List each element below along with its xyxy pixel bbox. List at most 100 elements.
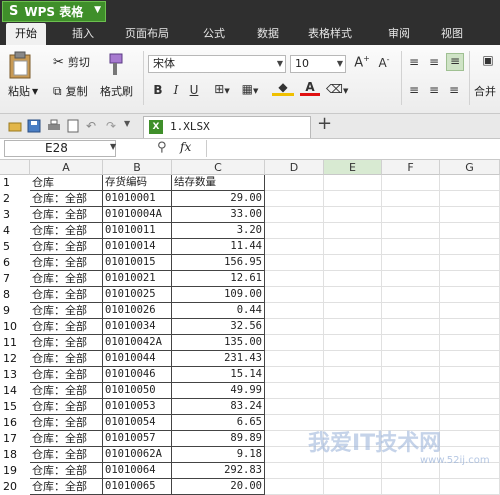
cell-a[interactable]: 仓库：全部 <box>30 191 103 207</box>
cell-a[interactable]: 仓库：全部 <box>30 271 103 287</box>
cell-c[interactable]: 33.00 <box>172 207 265 223</box>
cell-d[interactable] <box>265 287 324 303</box>
cell-c[interactable]: 3.20 <box>172 223 265 239</box>
cell-c[interactable]: 0.44 <box>172 303 265 319</box>
cell-g[interactable] <box>440 191 500 207</box>
chevron-down-icon[interactable]: ▼ <box>124 119 138 133</box>
undo-icon[interactable]: ↶ <box>86 119 100 133</box>
zoom-icon[interactable]: ⚲ <box>157 140 167 155</box>
cell-g[interactable] <box>440 351 500 367</box>
cell-b[interactable]: 01010057 <box>103 431 172 447</box>
cell-e[interactable] <box>324 255 382 271</box>
cell-b[interactable]: 01010034 <box>103 319 172 335</box>
cell-a[interactable]: 仓库：全部 <box>30 479 103 495</box>
align-right-icon[interactable]: ≡ <box>447 83 461 97</box>
chevron-down-icon[interactable]: ▼ <box>110 142 116 151</box>
cell-a[interactable]: 仓库 <box>30 175 103 191</box>
fill-color-icon[interactable]: ◆ <box>272 81 294 96</box>
cell-e[interactable] <box>324 479 382 495</box>
cell-d[interactable] <box>265 383 324 399</box>
cell-g[interactable] <box>440 223 500 239</box>
cell-d[interactable] <box>265 207 324 223</box>
cell-f[interactable] <box>382 255 440 271</box>
cell-f[interactable] <box>382 207 440 223</box>
cell-c[interactable]: 83.24 <box>172 399 265 415</box>
cell-g[interactable] <box>440 319 500 335</box>
cell-e[interactable] <box>324 367 382 383</box>
cell-f[interactable] <box>382 303 440 319</box>
cell-d[interactable] <box>265 175 324 191</box>
cell-a[interactable]: 仓库：全部 <box>30 431 103 447</box>
cell-f[interactable] <box>382 367 440 383</box>
cell-d[interactable] <box>265 351 324 367</box>
print-preview-icon[interactable] <box>66 119 80 133</box>
cell-g[interactable] <box>440 367 500 383</box>
cell-c[interactable]: 292.83 <box>172 463 265 479</box>
copy-button[interactable]: ⧉ 复制 <box>53 83 88 99</box>
cell-e[interactable] <box>324 383 382 399</box>
tab-home[interactable]: 开始 <box>6 23 46 45</box>
cell-f[interactable] <box>382 239 440 255</box>
bold-button[interactable]: B <box>152 83 164 97</box>
cell-e[interactable] <box>324 463 382 479</box>
cell-c[interactable]: 15.14 <box>172 367 265 383</box>
format-painter-button[interactable]: 格式刷 <box>100 83 133 99</box>
cell-style-icon[interactable]: ▦▼ <box>239 82 261 96</box>
cell-b[interactable]: 01010046 <box>103 367 172 383</box>
cell-b[interactable]: 01010064 <box>103 463 172 479</box>
font-name-select[interactable]: 宋体 ▼ <box>148 55 286 73</box>
column-header-g[interactable]: G <box>440 160 500 175</box>
merge-icon[interactable]: ▣ <box>478 53 498 71</box>
app-menu-button[interactable]: S WPS 表格 ▼ <box>2 1 106 22</box>
cell-d[interactable] <box>265 367 324 383</box>
cell-b[interactable]: 01010054 <box>103 415 172 431</box>
cell-a[interactable]: 仓库：全部 <box>30 287 103 303</box>
row-header[interactable]: 7 <box>0 271 30 287</box>
cell-e[interactable] <box>324 239 382 255</box>
cell-g[interactable] <box>440 383 500 399</box>
cell-b[interactable]: 01010062A <box>103 447 172 463</box>
cell-c[interactable]: 109.00 <box>172 287 265 303</box>
column-header-b[interactable]: B <box>103 160 172 175</box>
cell-e[interactable] <box>324 191 382 207</box>
cell-g[interactable] <box>440 287 500 303</box>
cell-d[interactable] <box>265 463 324 479</box>
formula-input[interactable] <box>206 140 499 157</box>
cell-f[interactable] <box>382 399 440 415</box>
row-header[interactable]: 19 <box>0 463 30 479</box>
merge-center-button[interactable]: 合并 <box>474 83 496 99</box>
cell-c[interactable]: 6.65 <box>172 415 265 431</box>
cell-b[interactable]: 存货编码 <box>103 175 172 191</box>
cell-c[interactable]: 11.44 <box>172 239 265 255</box>
cell-f[interactable] <box>382 335 440 351</box>
row-header[interactable]: 11 <box>0 335 30 351</box>
align-bottom-icon[interactable]: ≡ <box>446 53 464 71</box>
cell-d[interactable] <box>265 271 324 287</box>
cell-e[interactable] <box>324 287 382 303</box>
save-icon[interactable] <box>27 119 41 133</box>
cell-d[interactable] <box>265 223 324 239</box>
cell-e[interactable] <box>324 399 382 415</box>
cell-c[interactable]: 9.18 <box>172 447 265 463</box>
tab-formula[interactable]: 公式 <box>203 23 225 45</box>
row-header[interactable]: 15 <box>0 399 30 415</box>
format-painter-icon[interactable] <box>100 51 130 79</box>
row-header[interactable]: 17 <box>0 431 30 447</box>
increase-font-icon[interactable]: A+ <box>353 54 371 70</box>
cell-a[interactable]: 仓库：全部 <box>30 335 103 351</box>
cell-f[interactable] <box>382 271 440 287</box>
cell-f[interactable] <box>382 319 440 335</box>
border-icon[interactable]: ⊞▼ <box>211 82 233 96</box>
cell-d[interactable] <box>265 303 324 319</box>
cell-a[interactable]: 仓库：全部 <box>30 223 103 239</box>
cell-d[interactable] <box>265 335 324 351</box>
cell-g[interactable] <box>440 303 500 319</box>
cell-a[interactable]: 仓库：全部 <box>30 255 103 271</box>
cell-g[interactable] <box>440 335 500 351</box>
file-tab[interactable]: X 1.XLSX <box>143 116 311 138</box>
row-header[interactable]: 12 <box>0 351 30 367</box>
tab-insert[interactable]: 插入 <box>72 23 94 45</box>
paste-label[interactable]: 粘贴 ▼ <box>8 83 38 99</box>
cell-b[interactable]: 01010050 <box>103 383 172 399</box>
cell-g[interactable] <box>440 479 500 495</box>
